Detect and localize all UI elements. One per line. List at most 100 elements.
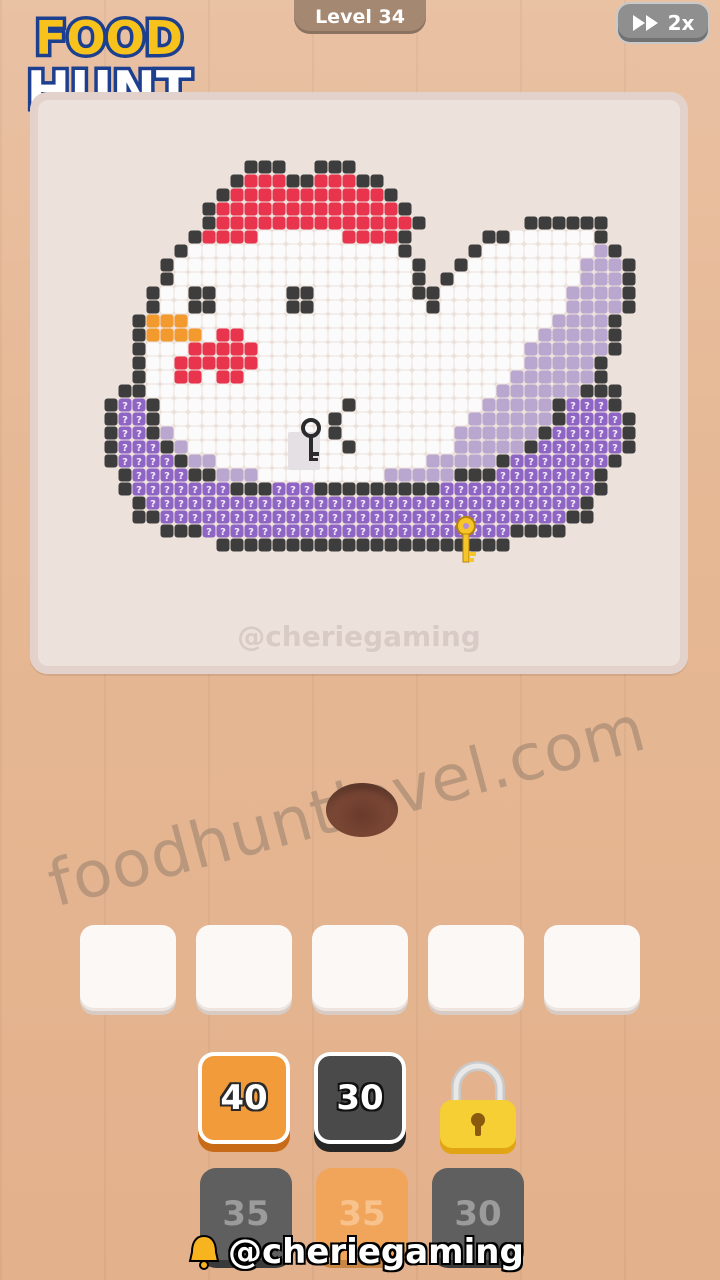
question-mark: ? [332,513,338,524]
pixel-block [272,398,286,412]
pixel-block [230,300,244,314]
pixel-block [524,244,538,258]
pixel-block [188,384,202,398]
question-mark: ? [276,513,282,524]
pixel-block [426,384,440,398]
question-mark: ? [514,499,520,510]
pixel-block [370,412,384,426]
pixel-block [202,426,216,440]
pixel-block [118,482,132,496]
speed-toggle-button[interactable]: 2x [616,2,710,44]
pixel-block [552,356,566,370]
pixel-block [216,258,230,272]
pixel-block [342,272,356,286]
pixel-block [230,482,244,496]
pixel-block [160,356,174,370]
pixel-block [314,244,328,258]
pixel-block [426,454,440,468]
pixel-block [538,524,552,538]
pixel-block [146,286,160,300]
slot-3[interactable] [312,925,408,1011]
pixel-block [188,272,202,286]
pixel-block [258,342,272,356]
pixel-block [482,384,496,398]
question-mark: ? [178,499,184,510]
question-mark: ? [164,513,170,524]
pixel-block [454,300,468,314]
question-mark: ? [584,415,590,426]
pixel-block [244,356,258,370]
pixel-block [538,398,552,412]
pixel-block [552,286,566,300]
pixel-block [608,272,622,286]
question-mark: ? [122,401,128,412]
question-mark: ? [444,513,450,524]
pixel-block [314,342,328,356]
pixel-block [286,412,300,426]
pixel-block [300,342,314,356]
question-mark: ? [150,485,156,496]
pixel-block [132,314,146,328]
question-mark: ? [178,513,184,524]
slot-4[interactable] [428,925,524,1011]
pixel-block [216,202,230,216]
pixel-block [384,454,398,468]
pixel-block [216,384,230,398]
pixel-block [370,398,384,412]
question-mark: ? [556,485,562,496]
pixel-block [580,314,594,328]
pixel-block [370,454,384,468]
pixel-block [286,174,300,188]
pixel-block [104,426,118,440]
pixel-block [104,440,118,454]
pixel-block [608,384,622,398]
pixel-block [300,258,314,272]
pixel-block [566,258,580,272]
question-mark: ? [584,457,590,468]
pixel-block [608,398,622,412]
pixel-block [118,468,132,482]
pixel-art-chicken-in-nest[interactable]: ????????????????????????????????????????… [30,92,688,674]
pixel-block [454,440,468,454]
pixel-block [538,426,552,440]
tile-40[interactable]: 40 [198,1052,290,1144]
pixel-block [524,398,538,412]
locked-tile [438,1060,518,1156]
pixel-block [300,286,314,300]
pixel-block [426,314,440,328]
slot-1[interactable] [80,925,176,1011]
pixel-block [594,258,608,272]
pixel-block [412,440,426,454]
pixel-block [468,356,482,370]
pixel-block [370,244,384,258]
pixel-block [580,496,594,510]
pixel-block [188,426,202,440]
slot-2[interactable] [196,925,292,1011]
pixel-block [594,244,608,258]
pixel-block [370,286,384,300]
pixel-block [216,426,230,440]
pixel-block [454,356,468,370]
tile-30[interactable]: 30 [314,1052,406,1144]
pixel-block [594,468,608,482]
pixel-block [230,258,244,272]
slot-5[interactable] [544,925,640,1011]
question-mark: ? [192,499,198,510]
pixel-block [216,398,230,412]
pixel-block [398,244,412,258]
pixel-block [510,342,524,356]
pixel-block [300,314,314,328]
pixel-block [146,342,160,356]
pixel-block [202,328,216,342]
question-mark: ? [248,499,254,510]
pixel-block [356,538,370,552]
pixel-block [524,384,538,398]
question-mark: ? [598,443,604,454]
pixel-block [216,286,230,300]
pixel-block [426,398,440,412]
pixel-block [524,426,538,440]
pixel-block [216,538,230,552]
pixel-block [356,286,370,300]
pixel-block [356,384,370,398]
pixel-block [440,412,454,426]
